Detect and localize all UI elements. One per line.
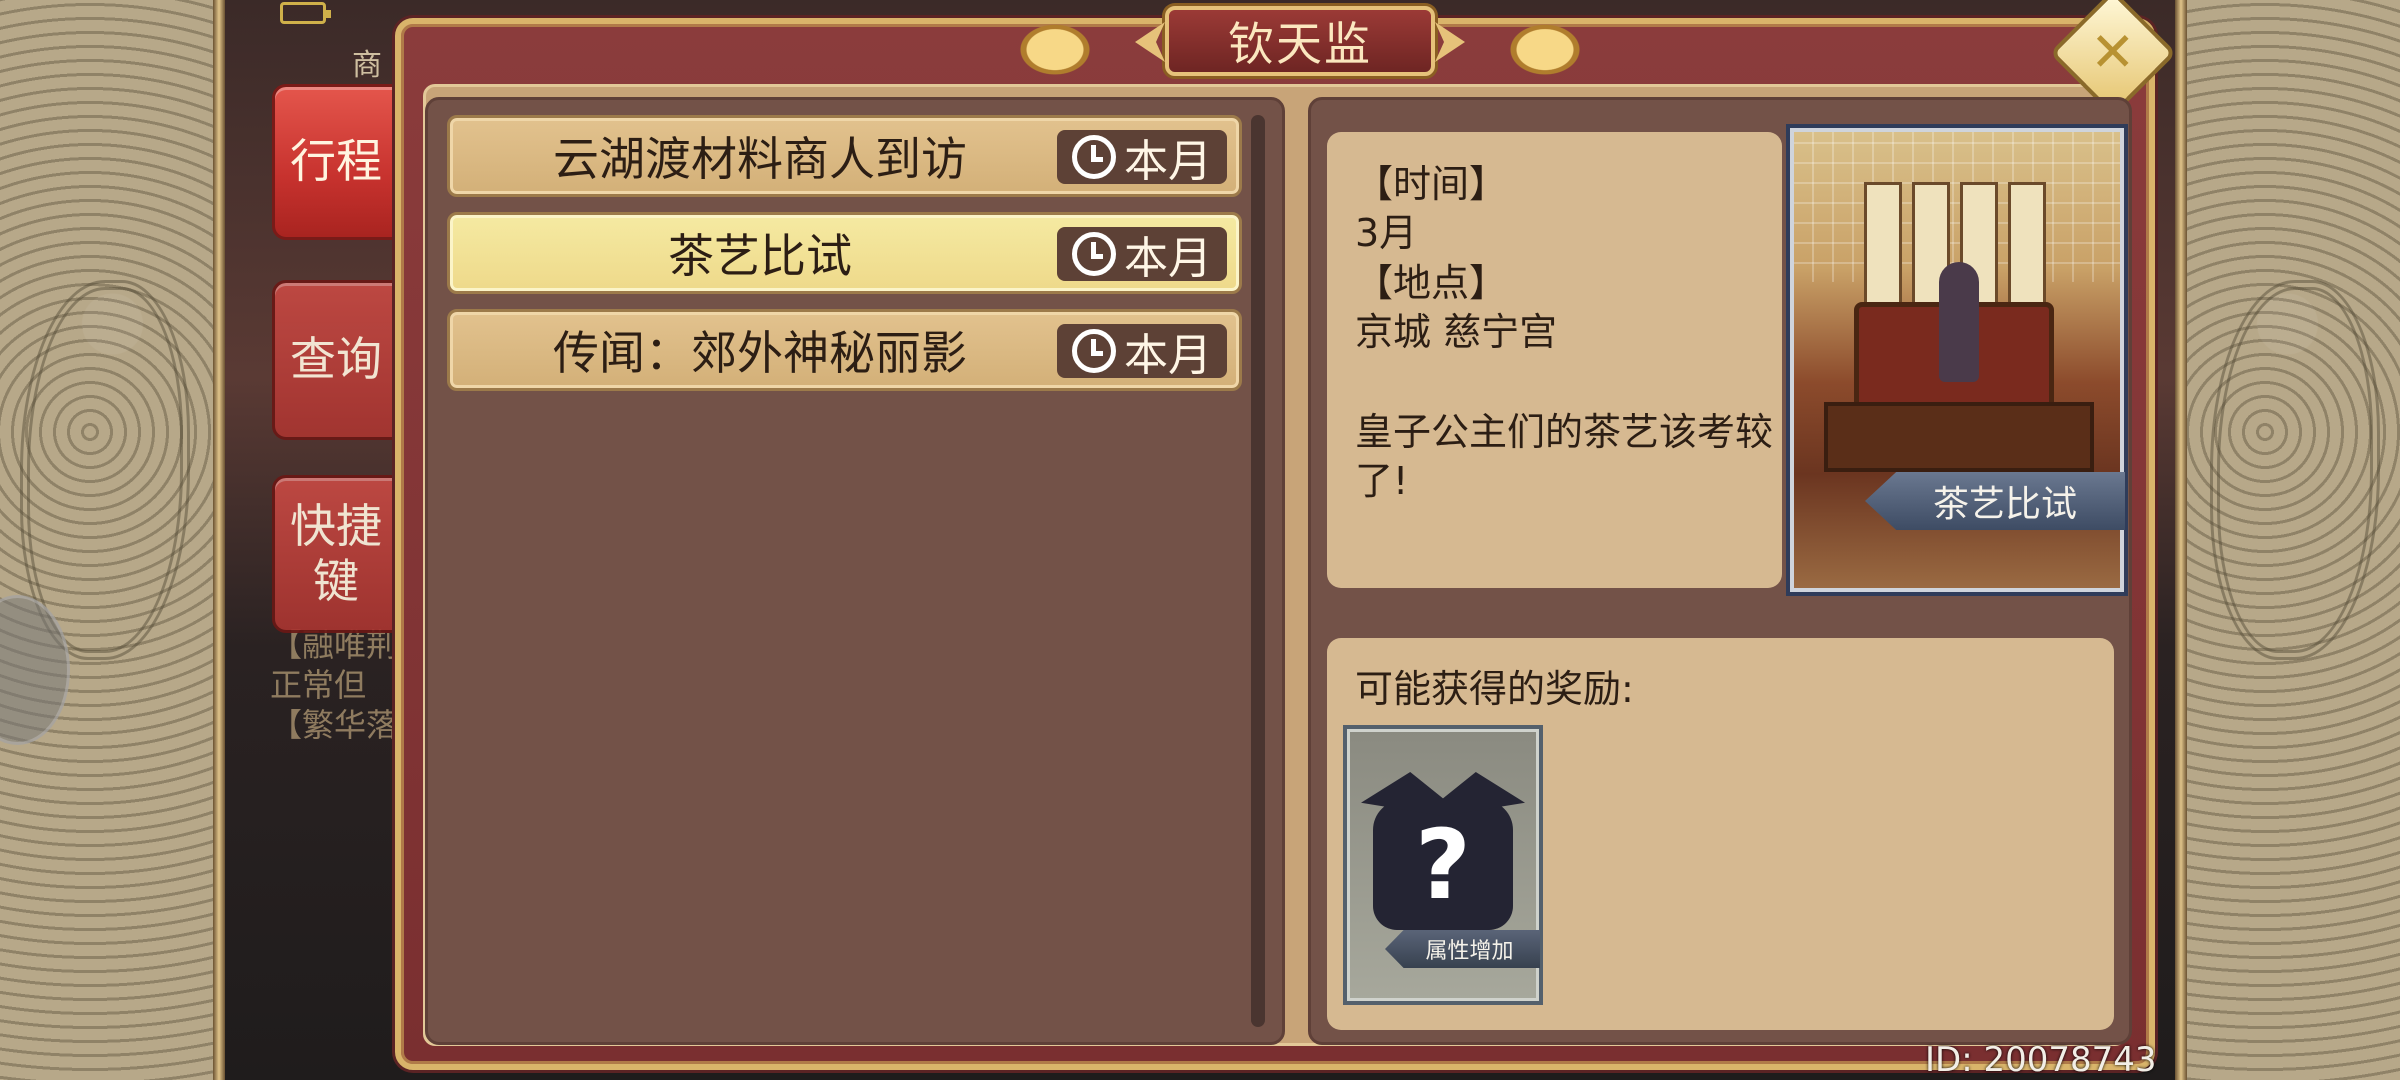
close-icon: ✕ bbox=[2090, 20, 2136, 84]
event-item-merchant[interactable]: 云湖渡材料商人到访 本月 bbox=[447, 115, 1242, 197]
reward-item-caption-text: 属性增加 bbox=[1425, 939, 1514, 964]
event-item-label: 云湖渡材料商人到访 bbox=[553, 132, 967, 186]
battery-icon bbox=[280, 2, 331, 24]
event-description: 皇子公主们的茶艺该考较了! bbox=[1355, 409, 1774, 503]
dragon-pattern-right bbox=[2175, 0, 2400, 1080]
seated-figure bbox=[1939, 262, 1979, 382]
dragon-emblem bbox=[2210, 280, 2380, 660]
reward-item-caption: 属性增加 bbox=[1385, 930, 1540, 968]
dialog-title: 钦天监 bbox=[1165, 6, 1435, 76]
tab-query-label: 查询 bbox=[290, 332, 382, 387]
title-ornament-icon bbox=[1000, 10, 1110, 76]
event-time-badge-text: 本月 bbox=[1124, 136, 1212, 187]
time-header: 【时间】 bbox=[1355, 162, 1508, 206]
event-item-tea-contest[interactable]: 茶艺比试 本月 bbox=[447, 212, 1242, 294]
dragon-pattern-left bbox=[0, 0, 225, 1080]
dialog-title-text: 钦天监 bbox=[1228, 17, 1372, 71]
event-list-scrollbar[interactable] bbox=[1251, 115, 1265, 1027]
clock-icon bbox=[1072, 135, 1116, 179]
tab-itinerary-label: 行程 bbox=[290, 134, 382, 189]
user-id: ID: 20078743 bbox=[1925, 1040, 2157, 1080]
event-item-rumor[interactable]: 传闻：郊外神秘丽影 本月 bbox=[447, 309, 1242, 391]
dragon-emblem bbox=[20, 280, 190, 660]
tab-itinerary[interactable]: 行程 bbox=[272, 84, 400, 240]
tab-query[interactable]: 查询 bbox=[272, 280, 400, 440]
place-value: 京城 慈宁宫 bbox=[1355, 310, 1558, 355]
event-info-text: 【时间】 3月 【地点】 京城 慈宁宫 皇子公主们的茶艺该考较了! bbox=[1355, 160, 1775, 506]
clock-icon bbox=[1072, 329, 1116, 373]
place-header: 【地点】 bbox=[1355, 260, 1508, 305]
background-text: 【繁华落 bbox=[270, 706, 399, 744]
clock-icon bbox=[1072, 232, 1116, 276]
event-time-badge-text: 本月 bbox=[1124, 233, 1212, 284]
background-tab-text: 商 bbox=[352, 48, 382, 83]
time-value: 3月 bbox=[1355, 211, 1418, 256]
event-time-badge: 本月 bbox=[1057, 227, 1227, 284]
event-image-caption: 茶艺比试 bbox=[1865, 472, 2125, 530]
event-time-badge-text: 本月 bbox=[1124, 330, 1212, 381]
lattice-window bbox=[1794, 132, 2120, 282]
reward-title: 可能获得的奖励: bbox=[1355, 667, 1634, 711]
tab-shortcut-label: 快捷 键 bbox=[290, 498, 382, 608]
title-ornament-icon bbox=[1490, 10, 1600, 76]
event-image-caption-text: 茶艺比试 bbox=[1932, 484, 2077, 525]
event-item-label: 传闻：郊外神秘丽影 bbox=[553, 326, 967, 380]
tea-table bbox=[1824, 402, 2094, 472]
event-time-badge: 本月 bbox=[1057, 324, 1227, 381]
tab-shortcut[interactable]: 快捷 键 bbox=[272, 475, 400, 633]
event-item-label: 茶艺比试 bbox=[668, 229, 852, 283]
question-mark-icon: ? bbox=[1415, 809, 1471, 921]
event-time-badge: 本月 bbox=[1057, 130, 1227, 187]
